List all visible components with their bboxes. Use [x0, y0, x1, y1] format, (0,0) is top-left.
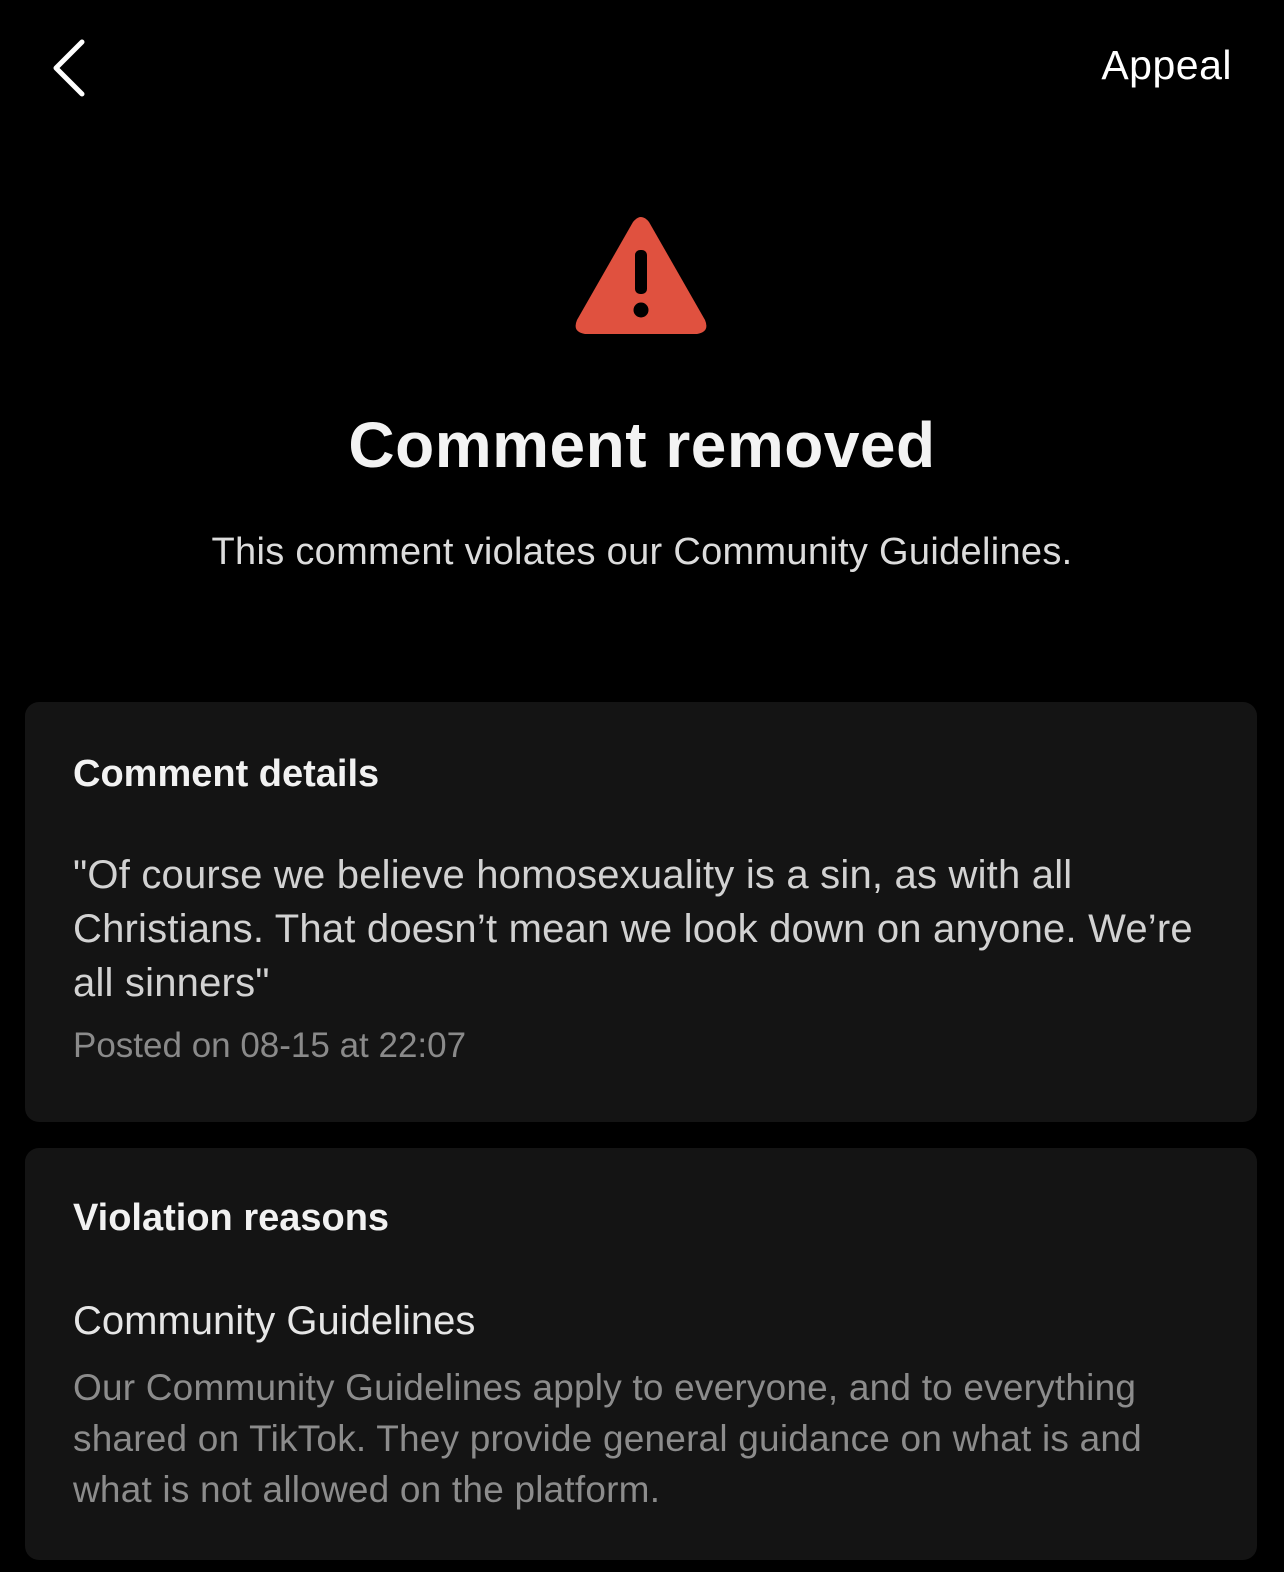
- comment-details-heading: Comment details: [73, 753, 380, 795]
- page-subtitle: This comment violates our Community Guid…: [211, 531, 1073, 573]
- appeal-button[interactable]: Appeal: [1101, 40, 1232, 90]
- reason-description: Our Community Guidelines apply to everyo…: [73, 1367, 1142, 1510]
- warning-triangle-icon: [573, 214, 709, 336]
- back-button[interactable]: [40, 30, 100, 106]
- top-bar: Appeal: [0, 0, 1284, 134]
- page-title: Comment removed: [348, 409, 936, 481]
- comment-details-card: Comment details "Of course we believe ho…: [25, 702, 1257, 1122]
- chevron-left-icon: [53, 39, 85, 97]
- reason-title: Community Guidelines: [73, 1299, 476, 1343]
- posted-timestamp: Posted on 08-15 at 22:07: [73, 1026, 467, 1065]
- comment-text: "Of course we believe homosexuality is a…: [73, 853, 1193, 1005]
- violation-reasons-card: Violation reasons Community Guidelines O…: [25, 1148, 1257, 1560]
- violation-reasons-heading: Violation reasons: [73, 1197, 390, 1239]
